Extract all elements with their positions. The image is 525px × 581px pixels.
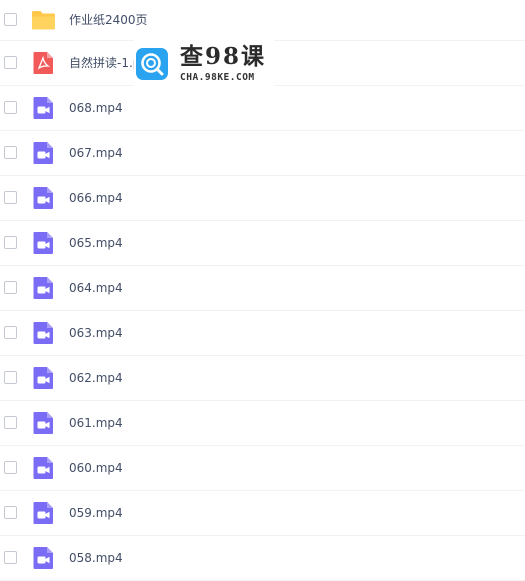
watermark: 查98课 CHA.98KE.COM xyxy=(134,40,274,88)
file-row[interactable]: 068.mp4 xyxy=(0,86,525,131)
video-file-icon xyxy=(31,366,56,390)
file-name[interactable]: 068.mp4 xyxy=(69,100,123,116)
file-name[interactable]: 059.mp4 xyxy=(69,505,123,521)
row-checkbox[interactable] xyxy=(4,371,17,384)
watermark-title: 查98课 xyxy=(180,43,267,70)
file-row[interactable]: 067.mp4 xyxy=(0,131,525,176)
file-name[interactable]: 060.mp4 xyxy=(69,460,123,476)
video-file-icon xyxy=(31,231,56,255)
video-file-icon xyxy=(31,456,56,480)
file-name[interactable]: 061.mp4 xyxy=(69,415,123,431)
row-checkbox[interactable] xyxy=(4,551,17,564)
file-name[interactable]: 058.mp4 xyxy=(69,550,123,566)
pdf-icon xyxy=(31,51,56,75)
row-checkbox[interactable] xyxy=(4,326,17,339)
video-file-icon xyxy=(31,546,56,570)
file-name[interactable]: 065.mp4 xyxy=(69,235,123,251)
row-checkbox[interactable] xyxy=(4,461,17,474)
search-magnifier-logo-icon xyxy=(136,48,168,84)
row-checkbox[interactable] xyxy=(4,56,17,69)
row-checkbox[interactable] xyxy=(4,506,17,519)
file-name[interactable]: 062.mp4 xyxy=(69,370,123,386)
video-file-icon xyxy=(31,411,56,435)
folder-icon xyxy=(31,8,56,32)
row-checkbox[interactable] xyxy=(4,416,17,429)
video-file-icon xyxy=(31,276,56,300)
file-row[interactable]: 作业纸2400页 xyxy=(0,0,525,41)
row-checkbox[interactable] xyxy=(4,146,17,159)
file-row[interactable]: 065.mp4 xyxy=(0,221,525,266)
row-checkbox[interactable] xyxy=(4,236,17,249)
video-file-icon xyxy=(31,186,56,210)
video-file-icon xyxy=(31,141,56,165)
file-name[interactable]: 066.mp4 xyxy=(69,190,123,206)
file-row[interactable]: 064.mp4 xyxy=(0,266,525,311)
file-row[interactable]: 059.mp4 xyxy=(0,491,525,536)
video-file-icon xyxy=(31,501,56,525)
row-checkbox[interactable] xyxy=(4,101,17,114)
video-file-icon xyxy=(31,321,56,345)
row-checkbox[interactable] xyxy=(4,13,17,26)
file-row[interactable]: 061.mp4 xyxy=(0,401,525,446)
file-name[interactable]: 作业纸2400页 xyxy=(69,12,148,28)
row-checkbox[interactable] xyxy=(4,281,17,294)
row-checkbox[interactable] xyxy=(4,191,17,204)
file-row[interactable]: 063.mp4 xyxy=(0,311,525,356)
file-name[interactable]: 067.mp4 xyxy=(69,145,123,161)
file-row[interactable]: 060.mp4 xyxy=(0,446,525,491)
video-file-icon xyxy=(31,96,56,120)
file-row[interactable]: 058.mp4 xyxy=(0,536,525,581)
file-row[interactable]: 062.mp4 xyxy=(0,356,525,401)
file-name[interactable]: 063.mp4 xyxy=(69,325,123,341)
file-name[interactable]: 064.mp4 xyxy=(69,280,123,296)
file-row[interactable]: 066.mp4 xyxy=(0,176,525,221)
watermark-subtitle: CHA.98KE.COM xyxy=(180,72,255,83)
